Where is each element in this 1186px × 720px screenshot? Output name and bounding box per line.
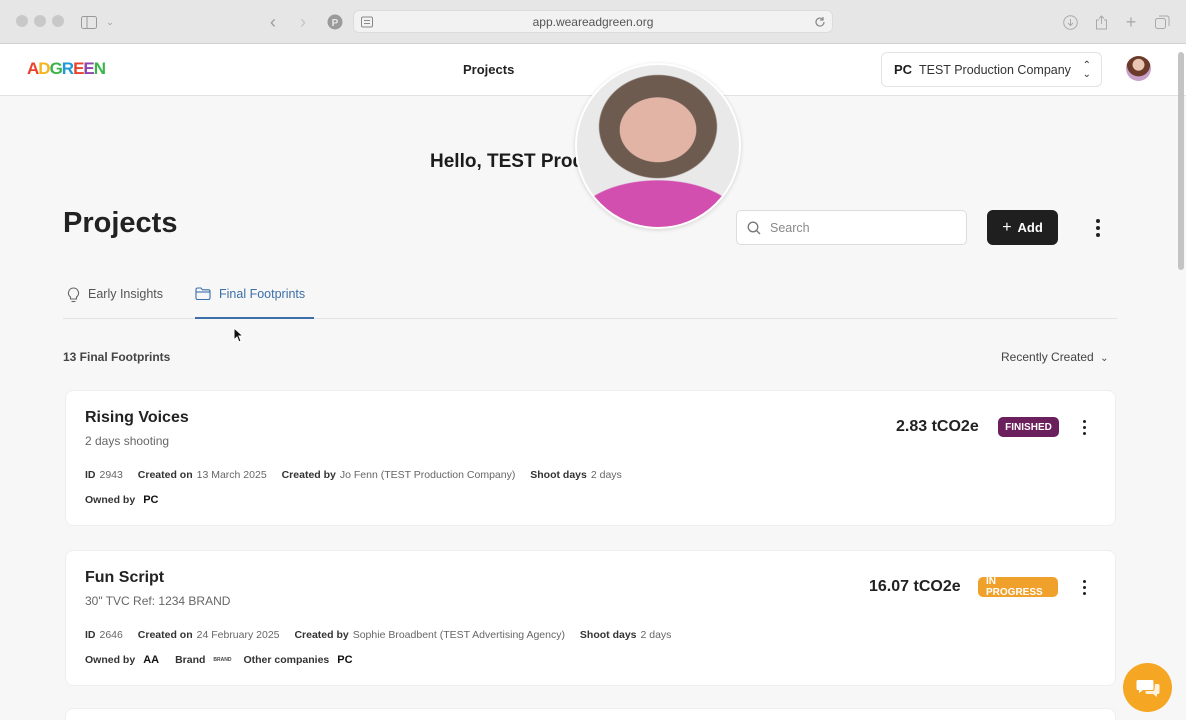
close-window-button[interactable] — [16, 15, 28, 27]
share-icon[interactable] — [1093, 12, 1109, 32]
chat-bubble-icon — [1136, 679, 1159, 697]
project-options-icon[interactable] — [1079, 578, 1089, 596]
search-placeholder: Search — [770, 221, 810, 235]
company-initials: PC — [894, 62, 913, 77]
project-title[interactable]: Fun Script — [85, 569, 164, 587]
folder-icon — [195, 287, 211, 300]
plus-icon: + — [1002, 218, 1012, 236]
adgreen-logo[interactable]: ADGREEN — [27, 59, 106, 79]
webcam-overlay — [575, 63, 741, 229]
project-card[interactable]: Fun Script 30" TVC Ref: 1234 BRAND 16.07… — [65, 550, 1116, 686]
url-text: app.weareadgreen.org — [532, 15, 654, 29]
browser-toolbar: ⌄ ‹ › P app.weareadgreen.org + — [0, 0, 1186, 44]
project-id: 2943 — [99, 469, 123, 481]
new-tab-icon[interactable]: + — [1123, 12, 1139, 32]
app-header: ADGREEN Projects PC TEST Production Comp… — [0, 44, 1186, 96]
status-badge: FINISHED — [998, 417, 1059, 437]
up-down-chevron-icon: ⌃ ⌄ — [1082, 60, 1091, 80]
ownership-row: Owned by PC — [85, 494, 159, 506]
tab-label: Final Footprints — [219, 287, 306, 301]
forward-arrow-icon[interactable]: › — [296, 12, 310, 32]
download-icon[interactable] — [1062, 12, 1078, 32]
search-input[interactable]: Search — [736, 210, 967, 245]
company-name: TEST Production Company — [919, 63, 1071, 77]
project-meta: ID 2646 Created on 24 February 2025 Create… — [85, 629, 672, 641]
search-icon — [747, 221, 761, 235]
page-scrollbar[interactable] — [1178, 52, 1184, 270]
results-count: 13 Final Footprints — [63, 350, 171, 364]
minimize-window-button[interactable] — [34, 15, 46, 27]
back-arrow-icon[interactable]: ‹ — [266, 12, 280, 32]
created-date: 13 March 2025 — [196, 469, 267, 481]
tab-overview-icon[interactable] — [1154, 12, 1170, 32]
nav-projects-link[interactable]: Projects — [463, 62, 514, 77]
sort-dropdown[interactable]: Recently Created ⌄ — [1001, 350, 1108, 364]
project-tabs: Early Insights Final Footprints — [63, 283, 1117, 319]
add-project-button[interactable]: + Add — [987, 210, 1058, 245]
sort-label: Recently Created — [1001, 350, 1094, 364]
reload-icon[interactable] — [814, 16, 826, 28]
other-company-logo: PC — [337, 654, 353, 666]
tab-early-insights[interactable]: Early Insights — [67, 287, 163, 319]
brand-logo: BRAND — [213, 657, 232, 663]
shoot-days: 2 days — [590, 469, 622, 481]
created-by: Sophie Broadbent (TEST Advertising Agenc… — [352, 629, 565, 641]
project-options-icon[interactable] — [1079, 418, 1089, 436]
user-avatar[interactable] — [1126, 56, 1151, 81]
mouse-cursor-icon — [233, 327, 245, 343]
add-button-label: Add — [1017, 220, 1043, 235]
sidebar-toggle-icon[interactable] — [80, 12, 98, 32]
owner-logo: PC — [143, 494, 159, 506]
project-title[interactable]: Rising Voices — [85, 409, 189, 427]
created-by: Jo Fenn (TEST Production Company) — [339, 469, 516, 481]
project-emissions: 16.07 tCO2e — [869, 578, 961, 595]
project-subtitle: 30" TVC Ref: 1234 BRAND — [85, 594, 231, 608]
zoom-window-button[interactable] — [52, 15, 64, 27]
pinterest-icon[interactable]: P — [326, 12, 343, 32]
created-date: 24 February 2025 — [196, 629, 280, 641]
chevron-down-icon[interactable]: ⌄ — [104, 12, 116, 32]
more-options-icon[interactable] — [1093, 216, 1103, 240]
project-id: 2646 — [99, 629, 123, 641]
project-card[interactable]: Rising Voices 2 days shooting 2.83 tCO2e… — [65, 390, 1116, 526]
svg-text:P: P — [331, 18, 338, 29]
project-meta: ID 2943 Created on 13 March 2025 Created b… — [85, 469, 622, 481]
lightbulb-icon — [68, 287, 79, 303]
ownership-row: Owned by AA Brand BRAND Other companies … — [85, 654, 353, 666]
project-card[interactable] — [65, 708, 1116, 720]
chat-launcher-button[interactable] — [1123, 663, 1172, 712]
chevron-down-icon: ⌄ — [1100, 353, 1109, 364]
tab-final-footprints[interactable]: Final Footprints — [195, 287, 314, 319]
status-badge: IN PROGRESS — [978, 576, 1058, 598]
page-title: Projects — [63, 207, 178, 239]
project-subtitle: 2 days shooting — [85, 434, 170, 448]
owner-logo: AA — [143, 654, 160, 666]
company-selector[interactable]: PC TEST Production Company ⌃ ⌄ — [881, 52, 1102, 87]
project-emissions: 2.83 tCO2e — [896, 418, 979, 435]
address-bar[interactable]: app.weareadgreen.org — [353, 10, 833, 33]
shoot-days: 2 days — [640, 629, 672, 641]
tab-label: Early Insights — [88, 287, 164, 301]
